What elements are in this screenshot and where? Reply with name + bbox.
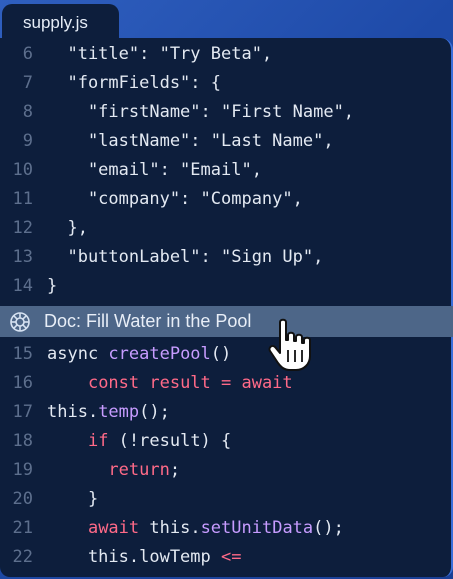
code-text: if (!result) { bbox=[47, 427, 231, 456]
code-token: this. bbox=[139, 518, 201, 538]
code-line[interactable]: 15 async createPool() bbox=[0, 340, 451, 369]
line-number: 11 bbox=[12, 189, 33, 209]
code-text: "formFields": { bbox=[47, 69, 221, 98]
code-token: "title": "Try Beta", bbox=[47, 44, 273, 64]
code-text: } bbox=[47, 272, 57, 301]
line-number: 9 bbox=[22, 131, 33, 151]
code-token: setUnitData bbox=[200, 518, 314, 538]
gear-icon bbox=[10, 311, 30, 332]
line-number: 20 bbox=[12, 489, 33, 509]
line-number: 15 bbox=[12, 344, 33, 364]
code-token: } bbox=[47, 489, 99, 509]
code-line[interactable]: 13 "buttonLabel": "Sign Up", bbox=[0, 243, 451, 272]
code-text: "company": "Company", bbox=[47, 185, 303, 214]
line-number: 10 bbox=[12, 160, 33, 180]
code-text: "lastName": "Last Name", bbox=[47, 127, 334, 156]
code-token: (); bbox=[139, 402, 170, 422]
line-number: 21 bbox=[12, 518, 33, 538]
code-token: "lastName": "Last Name", bbox=[47, 131, 334, 151]
code-text: await this.setUnitData(); bbox=[47, 514, 344, 543]
code-text: "title": "Try Beta", bbox=[47, 40, 272, 69]
code-text: this.lowTemp <= bbox=[47, 543, 242, 572]
line-number: 22 bbox=[12, 547, 33, 567]
code-text: }, bbox=[47, 214, 88, 243]
code-token: (); bbox=[313, 518, 344, 538]
code-text: "email": "Email", bbox=[47, 156, 262, 185]
code-token: this.lowTemp bbox=[47, 547, 221, 567]
code-line[interactable]: 8 "firstName": "First Name", bbox=[0, 98, 451, 127]
code-text: } bbox=[47, 485, 98, 514]
code-token: "company": "Company", bbox=[47, 189, 303, 209]
code-token: temp bbox=[98, 402, 140, 422]
code-token: return bbox=[108, 460, 170, 480]
code-line[interactable]: 10 "email": "Email", bbox=[0, 156, 451, 185]
code-token: () bbox=[210, 344, 232, 364]
line-number: 18 bbox=[12, 431, 33, 451]
code-token: createPool bbox=[108, 344, 211, 364]
code-text: this.temp(); bbox=[47, 398, 170, 427]
code-token: async bbox=[47, 344, 109, 364]
code-text: async createPool() bbox=[47, 340, 231, 369]
line-number: 12 bbox=[12, 218, 33, 238]
code-line[interactable]: 16 const result = await bbox=[0, 369, 451, 398]
code-line[interactable]: 20 } bbox=[0, 485, 451, 514]
code-text: "buttonLabel": "Sign Up", bbox=[47, 243, 323, 272]
line-number: 13 bbox=[12, 247, 33, 267]
code-token: "firstName": "First Name", bbox=[47, 102, 355, 122]
code-line[interactable]: 17 this.temp(); bbox=[0, 398, 451, 427]
code-token: ; bbox=[169, 460, 181, 480]
code-token: if bbox=[87, 431, 109, 451]
code-token: } bbox=[47, 276, 58, 296]
line-number: 7 bbox=[22, 73, 33, 93]
codelens-label: Doc: Fill Water in the Pool bbox=[44, 311, 252, 331]
code-token: "formFields": { bbox=[47, 73, 221, 93]
code-line[interactable]: 18 if (!result) { bbox=[0, 427, 451, 456]
code-text: return; bbox=[47, 456, 180, 485]
code-token: <= bbox=[221, 547, 242, 567]
code-token: "email": "Email", bbox=[47, 160, 262, 180]
line-number: 19 bbox=[12, 460, 33, 480]
code-token: await bbox=[87, 518, 140, 538]
line-number: 6 bbox=[22, 44, 33, 64]
line-number: 17 bbox=[12, 402, 33, 422]
code-token: (!result) { bbox=[108, 431, 232, 451]
file-tab-label: supply.js bbox=[23, 13, 88, 32]
code-token: this. bbox=[47, 402, 99, 422]
line-number: 14 bbox=[12, 276, 33, 296]
codelens-doc[interactable]: Doc: Fill Water in the Pool bbox=[0, 306, 453, 337]
code-token: }, bbox=[47, 218, 88, 238]
code-line[interactable]: 12 }, bbox=[0, 214, 451, 243]
code-token: "buttonLabel": "Sign Up", bbox=[47, 247, 324, 267]
code-line[interactable]: 9 "lastName": "Last Name", bbox=[0, 127, 451, 156]
code-line[interactable]: 7 "formFields": { bbox=[0, 69, 451, 98]
code-line[interactable]: 11 "company": "Company", bbox=[0, 185, 451, 214]
code-line[interactable]: 6 "title": "Try Beta", bbox=[0, 40, 451, 69]
code-text: "firstName": "First Name", bbox=[47, 98, 354, 127]
code-line[interactable]: 21 await this.setUnitData(); bbox=[0, 514, 451, 543]
code-line[interactable]: 22 this.lowTemp <= bbox=[0, 543, 451, 572]
code-token: const result = await bbox=[87, 373, 293, 393]
code-line[interactable]: 14} bbox=[0, 272, 451, 301]
code-line[interactable]: 19 return; bbox=[0, 456, 451, 485]
code-text: const result = await bbox=[47, 369, 293, 398]
hand-pointer-icon bbox=[268, 318, 311, 371]
line-number: 8 bbox=[22, 102, 33, 122]
line-number: 16 bbox=[12, 373, 33, 393]
